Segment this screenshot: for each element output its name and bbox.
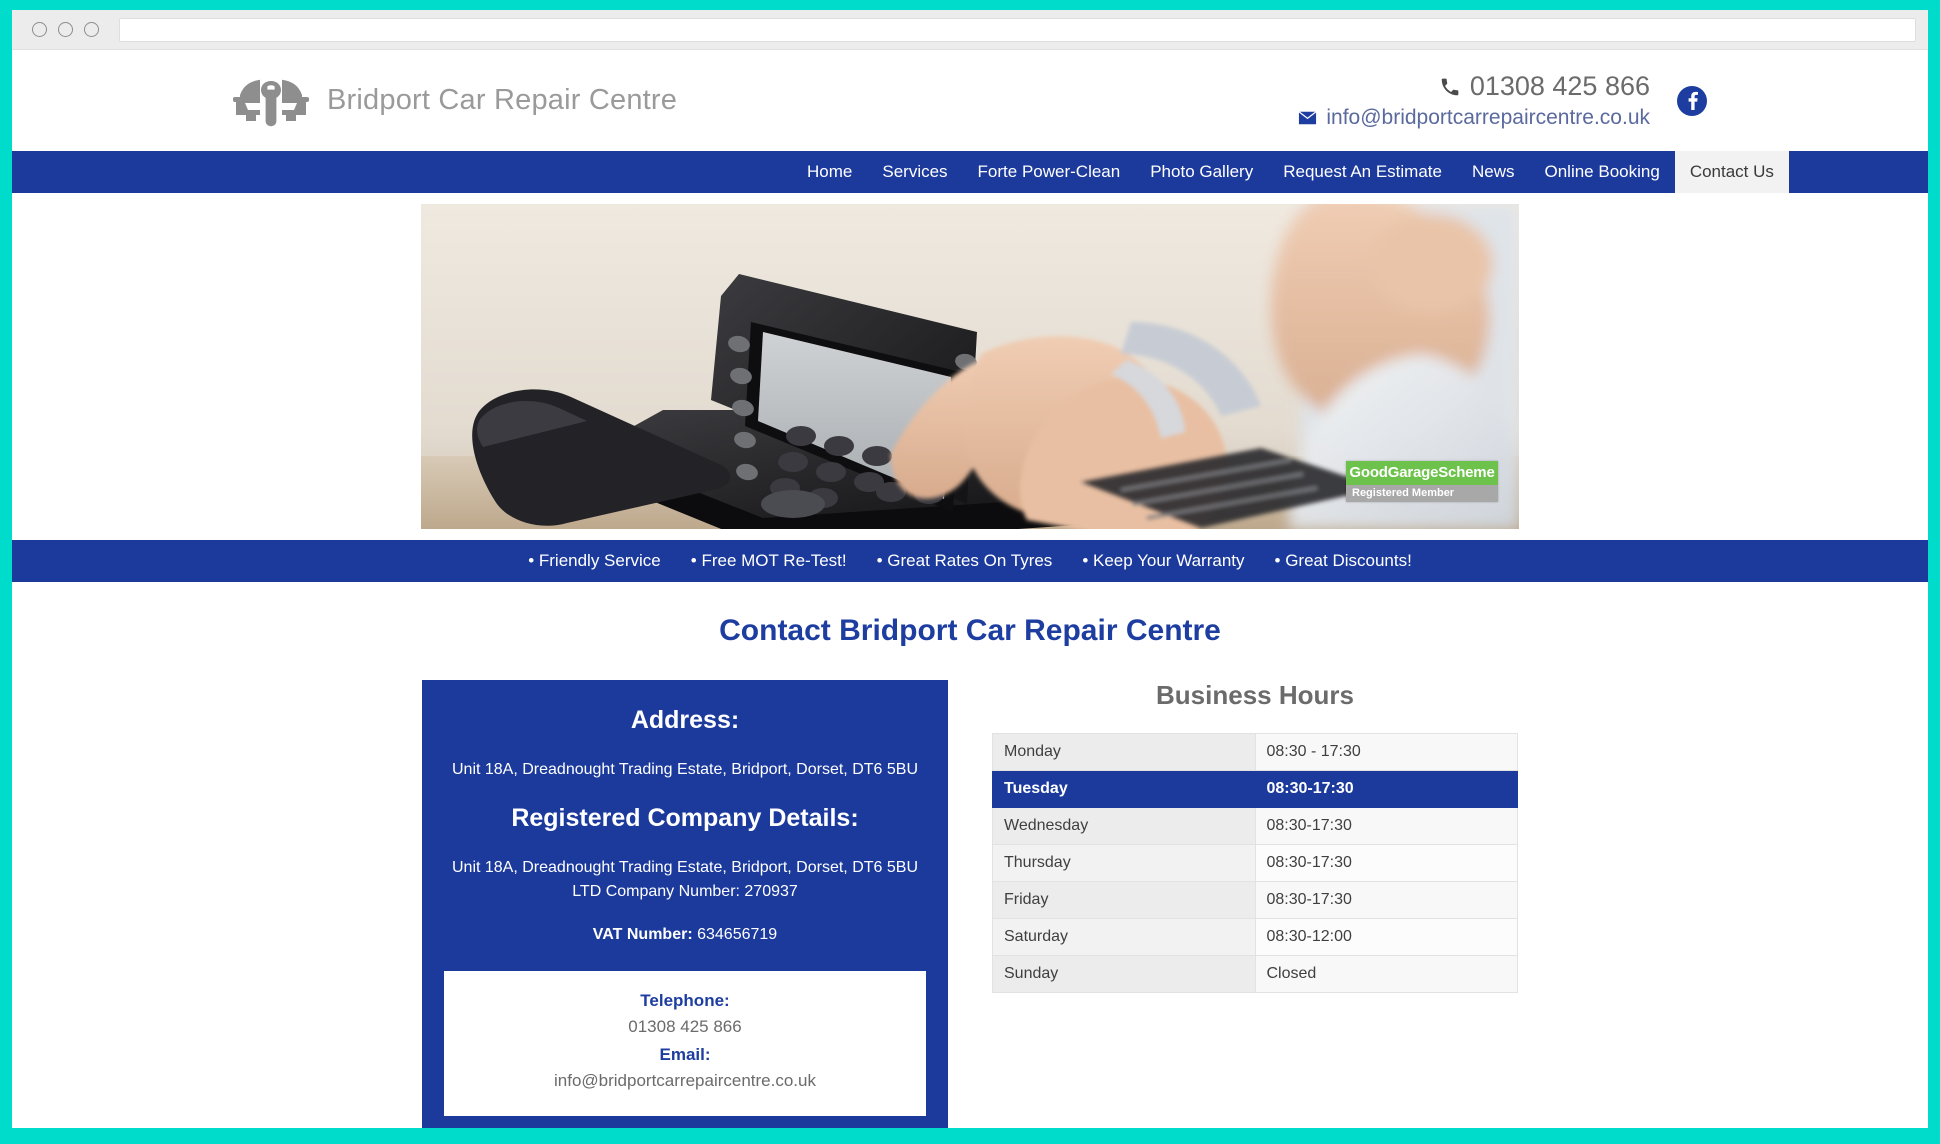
business-hours-section: Business Hours Monday 08:30 - 17:30 Tues… <box>992 680 1518 993</box>
table-row: Wednesday 08:30-17:30 <box>992 807 1518 845</box>
address-panel: Address: Unit 18A, Dreadnought Trading E… <box>422 680 948 1128</box>
hours-time: 08:30-17:30 <box>1254 807 1518 845</box>
tagline-great-rates-on-tyres: Great Rates On Tyres <box>877 551 1052 571</box>
ggs-badge-title: GoodGarageScheme <box>1346 461 1498 485</box>
telephone-label: Telephone: <box>640 991 730 1010</box>
nav-item-photo-gallery[interactable]: Photo Gallery <box>1135 151 1268 193</box>
nav-items-container: Home Services Forte Power-Clean Photo Ga… <box>232 151 1789 193</box>
phone-icon <box>1439 76 1461 98</box>
table-row: Tuesday 08:30-17:30 <box>992 770 1518 808</box>
hours-time: Closed <box>1254 955 1518 993</box>
header-phone-link[interactable]: 01308 425 866 <box>1439 71 1650 102</box>
car-wrench-logo-icon <box>232 74 310 127</box>
nav-item-online-booking[interactable]: Online Booking <box>1530 151 1675 193</box>
header-contact-block: 01308 425 866 info@bridportcarrepaircent… <box>1298 71 1708 130</box>
maximize-dot[interactable] <box>84 22 99 37</box>
good-garage-scheme-badge: GoodGarageScheme Registered Member <box>1346 461 1498 502</box>
main-content: Contact Bridport Car Repair Centre Addre… <box>12 582 1928 1128</box>
tagline-bar: Friendly Service Free MOT Re-Test! Great… <box>12 540 1928 582</box>
hours-time: 08:30 - 17:30 <box>1254 733 1518 771</box>
address-line: Unit 18A, Dreadnought Trading Estate, Br… <box>451 761 918 778</box>
site-header: Bridport Car Repair Centre 01308 425 866 <box>12 50 1928 151</box>
main-navigation: Home Services Forte Power-Clean Photo Ga… <box>12 151 1928 193</box>
hero-image: GoodGarageScheme Registered Member <box>421 204 1519 529</box>
envelope-icon <box>1298 111 1317 125</box>
contact-lines: 01308 425 866 info@bridportcarrepaircent… <box>1298 71 1650 130</box>
hours-day: Monday <box>992 733 1256 771</box>
registered-address-line: Unit 18A, Dreadnought Trading Estate, Br… <box>451 859 918 876</box>
business-hours-table: Monday 08:30 - 17:30 Tuesday 08:30-17:30… <box>992 733 1518 993</box>
table-row: Sunday Closed <box>992 955 1518 993</box>
hours-time: 08:30-17:30 <box>1254 770 1518 808</box>
tagline-great-discounts: Great Discounts! <box>1275 551 1412 571</box>
minimize-dot[interactable] <box>58 22 73 37</box>
url-input[interactable] <box>119 17 1916 42</box>
hours-day: Saturday <box>992 918 1256 956</box>
vat-label: VAT Number: <box>592 926 693 943</box>
tagline-friendly-service: Friendly Service <box>528 551 661 571</box>
table-row: Thursday 08:30-17:30 <box>992 844 1518 882</box>
page-title: Contact Bridport Car Repair Centre <box>719 614 1221 647</box>
hours-day: Sunday <box>992 955 1256 993</box>
close-dot[interactable] <box>32 22 47 37</box>
hero-section: GoodGarageScheme Registered Member <box>12 193 1928 540</box>
facebook-icon[interactable] <box>1676 85 1708 117</box>
business-hours-title: Business Hours <box>1156 680 1354 710</box>
nav-item-news[interactable]: News <box>1457 151 1530 193</box>
table-row: Monday 08:30 - 17:30 <box>992 733 1518 771</box>
nav-item-request-an-estimate[interactable]: Request An Estimate <box>1268 151 1457 193</box>
nav-item-home[interactable]: Home <box>792 151 867 193</box>
tagline-keep-your-warranty: Keep Your Warranty <box>1082 551 1245 571</box>
brand-name: Bridport Car Repair Centre <box>327 84 678 116</box>
contact-card: Telephone: 01308 425 866 Email: info@bri… <box>444 971 926 1116</box>
nav-item-forte-power-clean[interactable]: Forte Power-Clean <box>963 151 1136 193</box>
company-number-line: LTD Company Number: 270937 <box>572 883 798 900</box>
page-viewport: Bridport Car Repair Centre 01308 425 866 <box>12 50 1928 1128</box>
hours-time: 08:30-17:30 <box>1254 844 1518 882</box>
email-value[interactable]: info@bridportcarrepaircentre.co.uk <box>454 1068 916 1094</box>
header-email-text: info@bridportcarrepaircentre.co.uk <box>1326 106 1650 129</box>
vat-number: 634656719 <box>697 926 778 943</box>
browser-chrome <box>12 10 1928 50</box>
nav-item-contact-us[interactable]: Contact Us <box>1674 151 1789 193</box>
hours-day: Wednesday <box>992 807 1256 845</box>
hours-time: 08:30-17:30 <box>1254 881 1518 919</box>
telephone-value[interactable]: 01308 425 866 <box>454 1014 916 1040</box>
address-heading: Address: <box>630 706 740 734</box>
tagline-free-mot-retest: Free MOT Re-Test! <box>691 551 846 571</box>
window-controls <box>24 22 99 37</box>
hours-time: 08:30-12:00 <box>1254 918 1518 956</box>
browser-window: Bridport Car Repair Centre 01308 425 866 <box>12 10 1928 1128</box>
brand-link[interactable]: Bridport Car Repair Centre <box>232 74 678 127</box>
hours-day: Tuesday <box>992 770 1256 808</box>
table-row: Saturday 08:30-12:00 <box>992 918 1518 956</box>
content-columns: Address: Unit 18A, Dreadnought Trading E… <box>12 680 1928 1128</box>
vat-line: VAT Number: 634656719 <box>444 926 926 944</box>
ggs-badge-subtitle: Registered Member <box>1346 485 1498 502</box>
hours-day: Thursday <box>992 844 1256 882</box>
hours-day: Friday <box>992 881 1256 919</box>
table-row: Friday 08:30-17:30 <box>992 881 1518 919</box>
email-label: Email: <box>659 1045 711 1064</box>
nav-item-services[interactable]: Services <box>867 151 962 193</box>
registered-company-heading: Registered Company Details: <box>511 804 859 832</box>
header-email-link[interactable]: info@bridportcarrepaircentre.co.uk <box>1298 106 1650 130</box>
header-phone-text: 01308 425 866 <box>1469 71 1650 101</box>
